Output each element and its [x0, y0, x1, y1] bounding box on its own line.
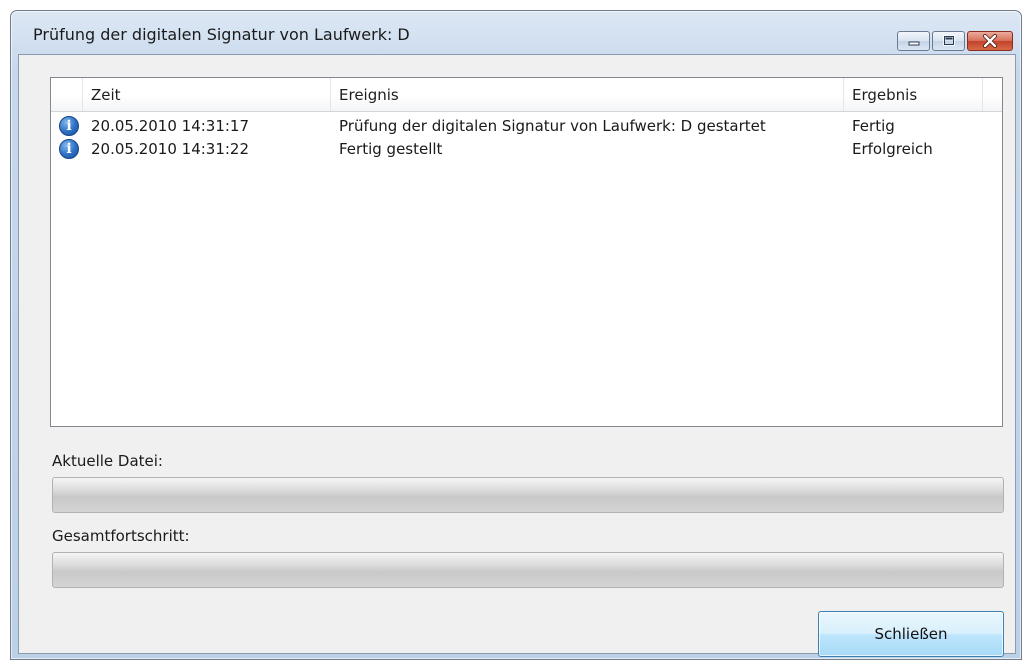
overall-progress-bar	[52, 552, 1004, 588]
row-event: Fertig gestellt	[339, 140, 443, 158]
current-file-label: Aktuelle Datei:	[52, 452, 163, 470]
overall-progress-label: Gesamtfortschritt:	[52, 527, 190, 545]
row-event: Prüfung der digitalen Signatur von Laufw…	[339, 117, 766, 135]
row-result: Erfolgreich	[852, 140, 933, 158]
close-icon	[983, 34, 997, 48]
maximize-icon	[942, 35, 955, 46]
title-bar[interactable]: Prüfung der digitalen Signatur von Laufw…	[11, 11, 1021, 53]
window-title: Prüfung der digitalen Signatur von Laufw…	[33, 25, 410, 44]
info-icon: i	[59, 116, 79, 136]
current-file-progress-bar	[52, 477, 1004, 513]
row-result: Fertig	[852, 117, 895, 135]
info-icon: i	[59, 139, 79, 159]
caption-buttons	[897, 31, 1013, 51]
dialog-client-area: Zeit Ereignis Ergebnis i 20.05.2010 14:3…	[18, 54, 1016, 657]
minimize-icon	[908, 41, 919, 46]
list-header: Zeit Ereignis Ergebnis	[51, 78, 1002, 112]
close-window-button[interactable]	[967, 31, 1013, 51]
dialog-window: Prüfung der digitalen Signatur von Laufw…	[10, 10, 1022, 660]
list-item[interactable]: i 20.05.2010 14:31:22 Fertig gestellt Er…	[51, 137, 1002, 161]
close-button[interactable]: Schließen	[818, 611, 1004, 657]
minimize-button[interactable]	[897, 31, 930, 51]
row-time: 20.05.2010 14:31:17	[91, 117, 250, 135]
list-item[interactable]: i 20.05.2010 14:31:17 Prüfung der digita…	[51, 114, 1002, 138]
column-header-time[interactable]: Zeit	[83, 78, 331, 111]
column-header-icon[interactable]	[51, 78, 83, 111]
column-header-event[interactable]: Ereignis	[331, 78, 844, 111]
maximize-button[interactable]	[932, 31, 965, 51]
row-time: 20.05.2010 14:31:22	[91, 140, 250, 158]
event-log-list[interactable]: Zeit Ereignis Ergebnis i 20.05.2010 14:3…	[50, 77, 1003, 427]
column-header-result[interactable]: Ergebnis	[844, 78, 983, 111]
